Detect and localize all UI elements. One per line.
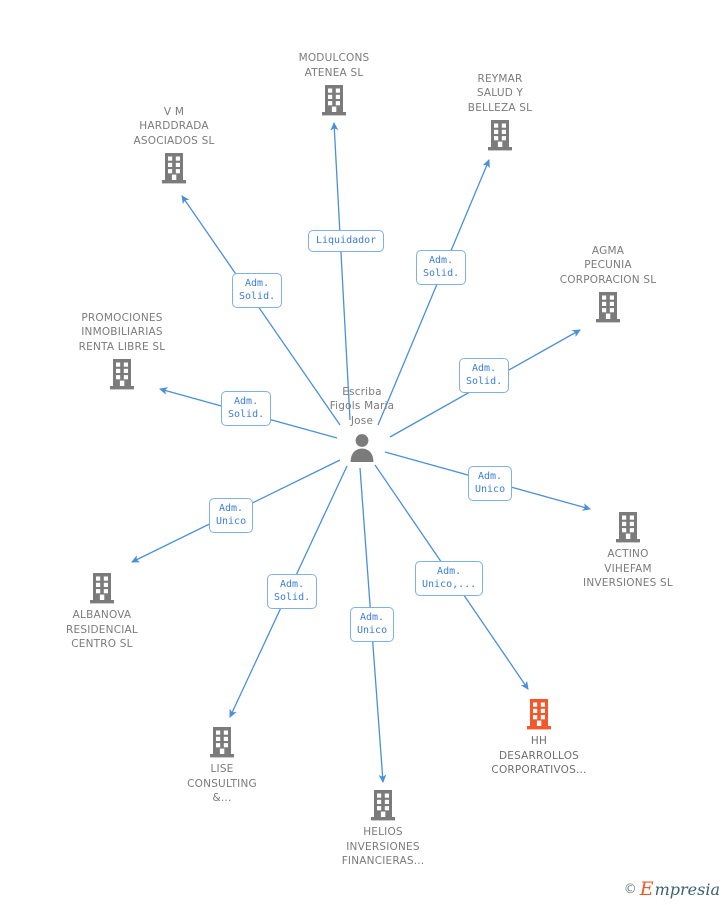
relationship-graph: Escriba Figols Maria Jose MODULCONS ATENE…	[0, 0, 728, 905]
node-label: Escriba Figols Maria Jose	[329, 385, 395, 427]
building-icon-wrap	[259, 83, 409, 117]
graph-node-center[interactable]: Escriba Figols Maria Jose	[287, 385, 437, 466]
node-label: MODULCONS ATENEA SL	[298, 52, 370, 79]
edge-modulcons	[330, 121, 351, 421]
edge-label-agma[interactable]: Adm. Solid.	[459, 357, 510, 393]
empresia-watermark: © E mpresia	[624, 880, 720, 899]
copyright-icon: ©	[623, 882, 637, 897]
node-label: ALBANOVA RESIDENCIAL CENTRO SL	[66, 609, 138, 650]
edge-label-albanova[interactable]: Adm. Unico	[209, 497, 254, 533]
building-icon	[322, 85, 346, 116]
node-label: HH DESARROLLOS CORPORATIVOS...	[491, 735, 587, 776]
building-icon-wrap	[533, 290, 683, 324]
edge-label-reymar[interactable]: Adm. Solid.	[416, 249, 467, 285]
graph-node[interactable]: HH DESARROLLOS CORPORATIVOS...	[464, 697, 614, 778]
building-icon-wrap	[425, 118, 575, 152]
graph-node[interactable]: HELIOS INVERSIONES FINANCIERAS...	[308, 788, 458, 869]
watermark-brand-initial: E	[639, 878, 654, 900]
building-icon-wrap	[47, 357, 197, 391]
node-label: REYMAR SALUD Y BELLEZA SL	[467, 72, 533, 114]
building-icon-wrap	[464, 697, 614, 731]
node-label: PROMOCIONES INMOBILIARIAS RENTA LIBRE SL	[78, 311, 166, 353]
graph-node[interactable]: REYMAR SALUD Y BELLEZA SL	[425, 72, 575, 153]
edge-label-promociones[interactable]: Adm. Solid.	[221, 390, 272, 426]
person-icon-wrap	[287, 431, 437, 465]
node-label: ACTINO VIHEFAM INVERSIONES SL	[583, 548, 673, 589]
graph-node[interactable]: LISE CONSULTING &...	[147, 725, 297, 806]
building-icon	[371, 790, 395, 821]
edge-label-vm[interactable]: Adm. Solid.	[232, 272, 283, 308]
building-icon	[596, 292, 620, 323]
edge-label-hh[interactable]: Adm. Unico,...	[415, 560, 484, 596]
building-icon-wrap	[27, 571, 177, 605]
node-label: V M HARDDRADA ASOCIADOS SL	[133, 105, 215, 147]
node-label: AGMA PECUNIA CORPORACION SL	[559, 244, 657, 286]
building-icon	[488, 120, 512, 151]
graph-node[interactable]: MODULCONS ATENEA SL	[259, 51, 409, 117]
node-label: HELIOS INVERSIONES FINANCIERAS...	[341, 826, 425, 867]
building-icon-wrap	[308, 788, 458, 822]
building-icon	[527, 699, 551, 730]
edge-label-lise[interactable]: Adm. Solid.	[267, 573, 318, 609]
graph-node[interactable]: PROMOCIONES INMOBILIARIAS RENTA LIBRE SL	[47, 311, 197, 392]
building-icon	[110, 359, 134, 390]
building-icon-wrap	[99, 151, 249, 185]
node-label: LISE CONSULTING &...	[187, 763, 257, 804]
building-icon	[162, 153, 186, 184]
graph-node[interactable]: V M HARDDRADA ASOCIADOS SL	[99, 105, 249, 186]
graph-node[interactable]: ACTINO VIHEFAM INVERSIONES SL	[553, 510, 703, 591]
building-icon	[616, 512, 640, 543]
graph-node[interactable]: ALBANOVA RESIDENCIAL CENTRO SL	[27, 571, 177, 652]
building-icon-wrap	[147, 725, 297, 759]
building-icon-wrap	[553, 510, 703, 544]
building-icon	[90, 573, 114, 604]
building-icon	[210, 727, 234, 758]
edge-label-helios[interactable]: Adm. Unico	[350, 606, 395, 642]
person-icon	[350, 434, 374, 462]
graph-node[interactable]: AGMA PECUNIA CORPORACION SL	[533, 244, 683, 325]
watermark-brand-name: mpresia	[654, 879, 720, 899]
edge-label-actino[interactable]: Adm. Unico	[468, 465, 513, 501]
edge-label-modulcons[interactable]: Liquidador	[308, 230, 385, 252]
